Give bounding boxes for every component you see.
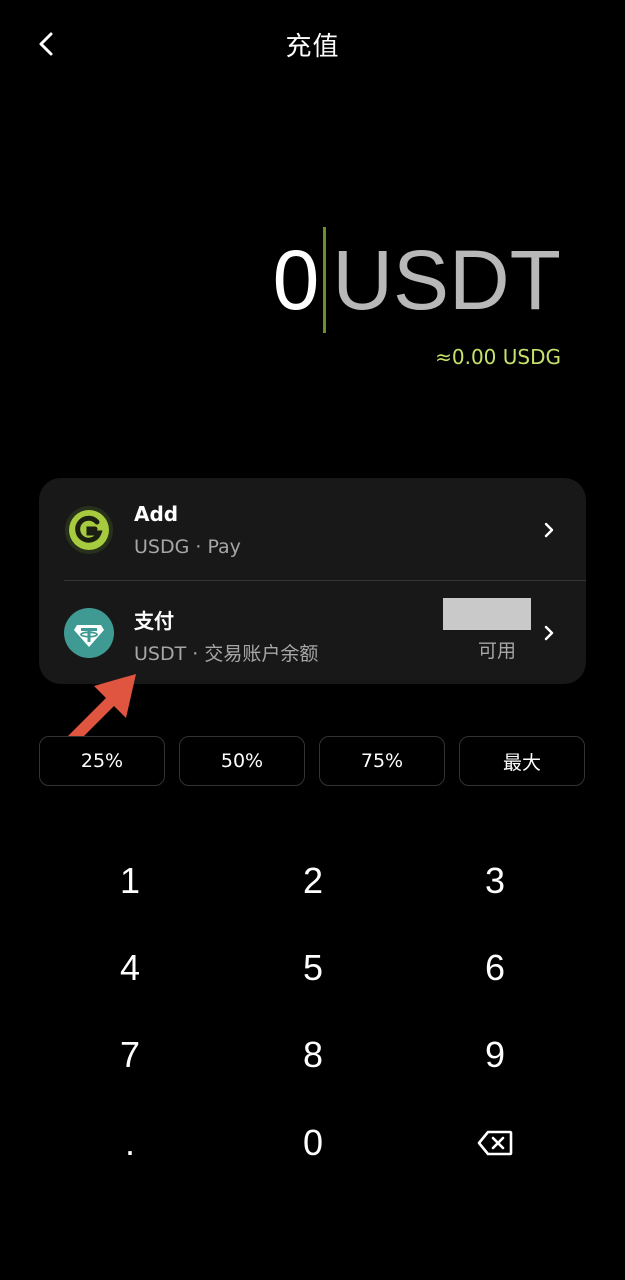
key-6[interactable]: 6 bbox=[420, 928, 570, 1008]
key-8[interactable]: 8 bbox=[238, 1015, 388, 1095]
method-subtitle: USDG · Pay bbox=[134, 536, 241, 558]
amount-display[interactable]: 0 USDT bbox=[273, 225, 561, 335]
percent-50-button[interactable]: 50% bbox=[179, 736, 305, 786]
percent-buttons: 25% 50% 75% 最大 bbox=[39, 736, 586, 786]
available-label: 可用 bbox=[477, 640, 516, 662]
chevron-right-icon bbox=[544, 522, 554, 538]
key-1[interactable]: 1 bbox=[55, 841, 205, 921]
key-4[interactable]: 4 bbox=[55, 928, 205, 1008]
payment-methods-card: Add USDG · Pay 支付 USDT · 交易账户余额 可用 bbox=[39, 478, 586, 684]
chevron-right-icon bbox=[544, 625, 554, 641]
percent-25-button[interactable]: 25% bbox=[39, 736, 165, 786]
input-caret bbox=[323, 227, 327, 333]
backspace-icon bbox=[477, 1130, 513, 1156]
key-5[interactable]: 5 bbox=[238, 928, 388, 1008]
tether-logo-icon bbox=[64, 608, 114, 658]
approx-value: ≈0.00 USDG bbox=[435, 345, 561, 369]
usdg-logo-icon bbox=[64, 505, 114, 555]
amount-value: 0 bbox=[272, 233, 320, 327]
key-9[interactable]: 9 bbox=[420, 1015, 570, 1095]
key-7[interactable]: 7 bbox=[55, 1015, 205, 1095]
method-subtitle: USDT · 交易账户余额 bbox=[134, 643, 319, 665]
backspace-key[interactable] bbox=[420, 1103, 570, 1183]
method-row-pay[interactable]: 支付 USDT · 交易账户余额 可用 bbox=[39, 581, 586, 683]
percent-75-button[interactable]: 75% bbox=[319, 736, 445, 786]
page-title: 充值 bbox=[285, 32, 340, 62]
method-title: Add bbox=[134, 502, 179, 526]
amount-unit: USDT bbox=[332, 233, 561, 327]
max-button[interactable]: 最大 bbox=[459, 736, 585, 786]
key-0[interactable]: 0 bbox=[238, 1103, 388, 1183]
key-2[interactable]: 2 bbox=[238, 841, 388, 921]
top-bar: 充值 bbox=[0, 0, 625, 90]
key-3[interactable]: 3 bbox=[420, 841, 570, 921]
key-decimal[interactable]: . bbox=[55, 1103, 205, 1183]
method-row-add[interactable]: Add USDG · Pay bbox=[39, 478, 586, 580]
method-title: 支付 bbox=[134, 609, 174, 633]
redacted-balance bbox=[443, 598, 531, 630]
